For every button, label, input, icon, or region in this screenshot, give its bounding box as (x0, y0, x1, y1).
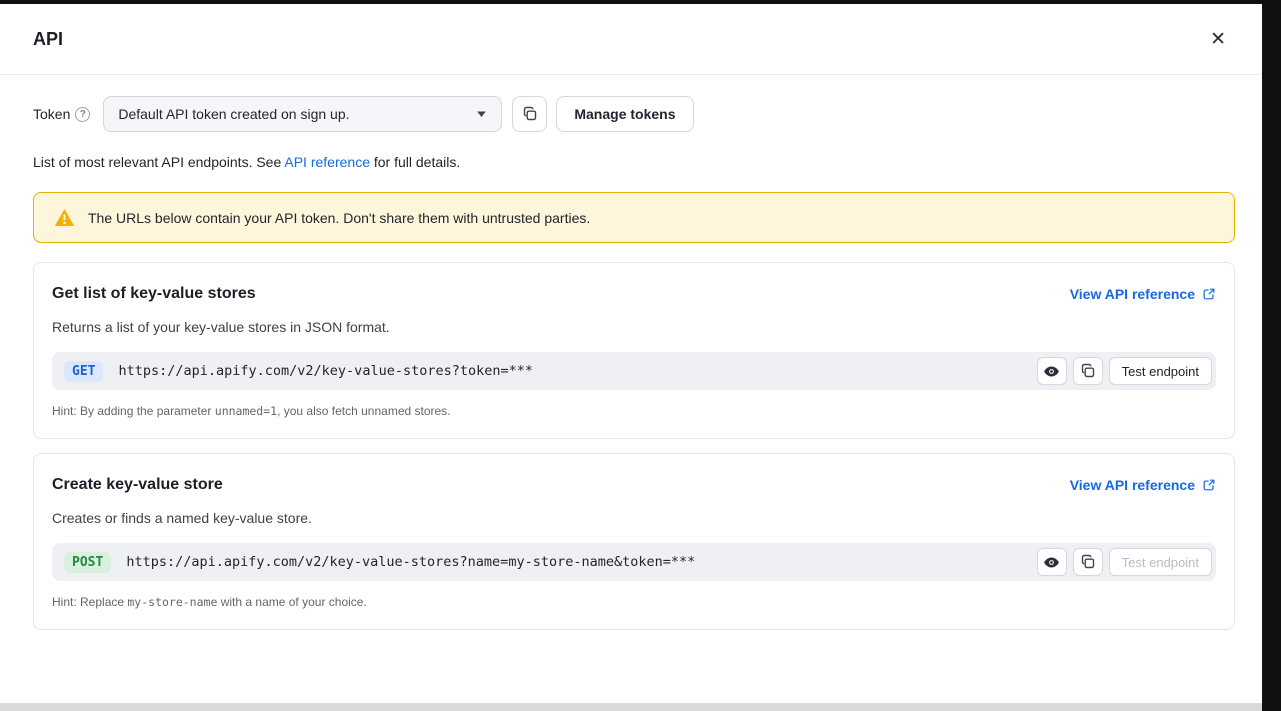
card-head: Create key-value store View API referenc… (52, 476, 1216, 494)
reveal-token-button[interactable] (1037, 548, 1067, 576)
endpoint-url: https://api.apify.com/v2/key-value-store… (126, 554, 1036, 570)
endpoint-description: Creates or finds a named key-value store… (52, 510, 1216, 526)
hint-text-before: Hint: Replace (52, 595, 127, 609)
manage-tokens-button[interactable]: Manage tokens (556, 96, 693, 132)
hint-text-after: , you also fetch unnamed stores. (277, 404, 450, 418)
token-select-value: Default API token created on sign up. (118, 106, 349, 122)
help-icon[interactable]: ? (75, 107, 90, 122)
endpoint-hint: Hint: By adding the parameter unnamed=1,… (52, 404, 1216, 418)
code-actions: Test endpoint (1037, 548, 1212, 576)
copy-url-button[interactable] (1073, 548, 1103, 576)
close-icon[interactable]: ✕ (1210, 30, 1226, 49)
token-select[interactable]: Default API token created on sign up. (103, 96, 502, 132)
copy-url-button[interactable] (1073, 357, 1103, 385)
view-api-reference-link[interactable]: View API reference (1070, 286, 1216, 302)
page-title: API (33, 29, 63, 50)
intro-text-after: for full details. (370, 154, 460, 170)
eye-icon (1043, 363, 1060, 380)
test-endpoint-button[interactable]: Test endpoint (1109, 357, 1212, 385)
hint-text-after: with a name of your choice. (217, 595, 366, 609)
code-actions: Test endpoint (1037, 357, 1212, 385)
endpoint-card-get-list: Get list of key-value stores View API re… (33, 262, 1235, 439)
api-modal: API ✕ Token ? Default API token created … (0, 4, 1262, 703)
hint-code: unnamed=1 (215, 404, 277, 418)
hint-code: my-store-name (127, 595, 217, 609)
modal-body: Token ? Default API token created on sig… (0, 75, 1262, 630)
endpoint-hint: Hint: Replace my-store-name with a name … (52, 595, 1216, 609)
endpoint-description: Returns a list of your key-value stores … (52, 319, 1216, 335)
endpoint-title: Create key-value store (52, 476, 223, 494)
page-background-strip (0, 703, 1262, 711)
endpoint-title: Get list of key-value stores (52, 285, 256, 303)
endpoint-url-bar: GET https://api.apify.com/v2/key-value-s… (52, 352, 1216, 390)
view-api-reference-label: View API reference (1070, 477, 1195, 493)
view-api-reference-label: View API reference (1070, 286, 1195, 302)
endpoint-url-bar: POST https://api.apify.com/v2/key-value-… (52, 543, 1216, 581)
view-api-reference-link[interactable]: View API reference (1070, 477, 1216, 493)
chevron-down-icon (476, 110, 487, 118)
token-label: Token (33, 106, 70, 122)
warning-banner: The URLs below contain your API token. D… (33, 192, 1235, 243)
endpoint-card-create-store: Create key-value store View API referenc… (33, 453, 1235, 630)
copy-icon (1080, 554, 1096, 570)
hint-text-before: Hint: By adding the parameter (52, 404, 215, 418)
method-badge: POST (64, 552, 111, 573)
intro-text: List of most relevant API endpoints. See… (33, 154, 1235, 170)
copy-icon (522, 106, 538, 122)
warning-text: The URLs below contain your API token. D… (88, 210, 590, 226)
external-link-icon (1202, 478, 1216, 492)
modal-header: API ✕ (0, 4, 1262, 75)
card-head: Get list of key-value stores View API re… (52, 285, 1216, 303)
copy-token-button[interactable] (512, 96, 547, 132)
method-badge: GET (64, 361, 103, 382)
test-endpoint-button[interactable]: Test endpoint (1109, 548, 1212, 576)
eye-icon (1043, 554, 1060, 571)
reveal-token-button[interactable] (1037, 357, 1067, 385)
copy-icon (1080, 363, 1096, 379)
token-row: Token ? Default API token created on sig… (33, 96, 1235, 132)
api-reference-link[interactable]: API reference (284, 154, 370, 170)
warning-icon (54, 208, 75, 227)
endpoint-url: https://api.apify.com/v2/key-value-store… (118, 363, 1036, 379)
intro-text-before: List of most relevant API endpoints. See (33, 154, 284, 170)
external-link-icon (1202, 287, 1216, 301)
